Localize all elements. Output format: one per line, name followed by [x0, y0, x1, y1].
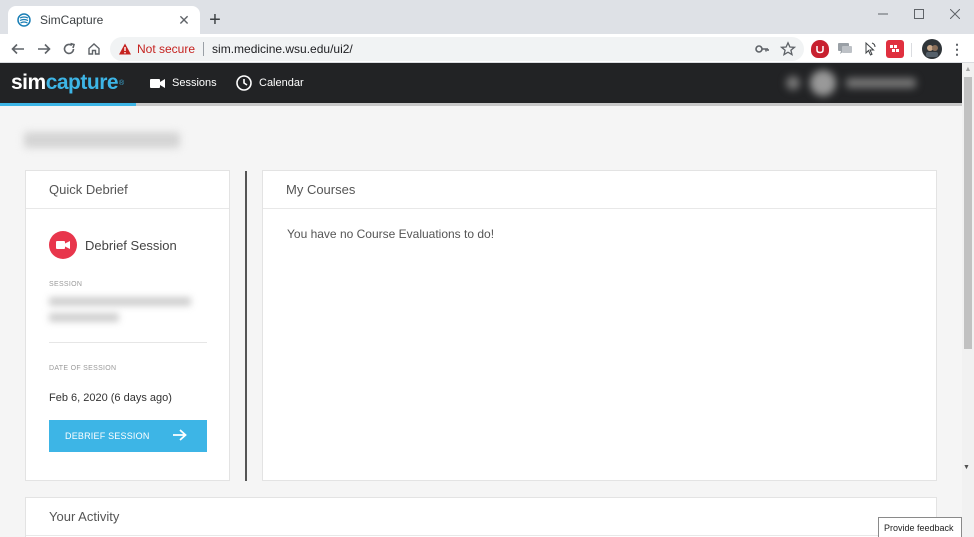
no-evaluations-message: You have no Course Evaluations to do!: [287, 227, 495, 241]
user-avatar: [810, 70, 836, 96]
your-activity-title: Your Activity: [26, 498, 936, 536]
address-bar[interactable]: Not secure sim.medicine.wsu.edu/ui2/: [110, 37, 804, 61]
session-label: SESSION: [49, 281, 83, 288]
browser-menu-icon[interactable]: ⋮: [948, 40, 966, 58]
red-grid-extension-icon[interactable]: [886, 40, 904, 58]
tab-title: SimCapture: [40, 13, 104, 27]
security-status[interactable]: Not secure: [137, 42, 195, 56]
my-courses-title: My Courses: [263, 171, 936, 209]
clock-icon: [236, 75, 252, 91]
scroll-up-arrow-icon[interactable]: ▲: [962, 63, 974, 75]
chat-extension-icon[interactable]: [836, 40, 854, 58]
nav-calendar[interactable]: Calendar: [236, 63, 304, 103]
browser-tab[interactable]: SimCapture ✕: [8, 6, 200, 34]
web-page: sim capture ® Sessions Calendar Quick Debr…: [0, 63, 962, 537]
minimize-icon[interactable]: [866, 0, 900, 28]
toolbar-separator: [911, 43, 912, 57]
welcome-heading-redacted: [24, 127, 180, 153]
omnibox-separator: [203, 42, 205, 56]
browser-window: SimCapture ✕ + Not secure sim.medicine.w…: [0, 0, 974, 537]
feedback-label: Provide feedback: [884, 522, 954, 533]
new-tab-icon[interactable]: +: [204, 9, 226, 31]
user-menu-blurred[interactable]: [786, 68, 958, 98]
provide-feedback-button[interactable]: Provide feedback: [878, 517, 962, 537]
video-camera-icon: [150, 78, 165, 89]
pointer-extension-icon[interactable]: [861, 40, 879, 58]
quick-debrief-card: Quick Debrief Debrief Session SESSION DA…: [25, 170, 230, 481]
simcapture-favicon-icon: [16, 12, 32, 28]
forward-arrow-icon[interactable]: [32, 37, 56, 61]
reload-icon[interactable]: [57, 37, 81, 61]
my-courses-card: My Courses You have no Course Evaluation…: [262, 170, 937, 481]
scroll-down-arrow-icon[interactable]: ▼: [963, 464, 970, 471]
notification-icon: [786, 76, 800, 90]
url-text[interactable]: sim.medicine.wsu.edu/ui2/: [212, 42, 752, 56]
scrollbar-thumb[interactable]: [964, 77, 972, 349]
home-icon[interactable]: [82, 37, 106, 61]
debrief-session-title: Debrief Session: [85, 237, 177, 253]
profile-avatar-icon[interactable]: [922, 39, 942, 59]
session-name-redacted: [49, 297, 199, 333]
simcapture-logo[interactable]: sim capture ®: [0, 63, 136, 106]
field-divider: [49, 342, 207, 343]
maximize-icon[interactable]: [902, 0, 936, 28]
key-icon[interactable]: [752, 39, 772, 59]
debrief-button-label: DEBRIEF SESSION: [65, 431, 150, 441]
navbar-underline: [0, 103, 962, 106]
nav-sessions-label: Sessions: [172, 77, 217, 89]
tab-strip: SimCapture ✕ +: [0, 0, 974, 34]
quick-debrief-title: Quick Debrief: [26, 171, 229, 209]
browser-toolbar: Not secure sim.medicine.wsu.edu/ui2/ ⋮: [0, 34, 974, 63]
debrief-session-heading: Debrief Session: [49, 231, 177, 259]
nav-calendar-label: Calendar: [259, 77, 304, 89]
user-name-redacted: [846, 78, 916, 88]
bookmark-star-icon[interactable]: [778, 39, 798, 59]
warning-triangle-icon[interactable]: [118, 42, 132, 56]
date-of-session-value: Feb 6, 2020 (6 days ago): [49, 392, 172, 404]
logo-registered-mark: ®: [119, 79, 125, 87]
logo-text-capture: capture: [45, 71, 119, 94]
debrief-session-button[interactable]: DEBRIEF SESSION: [49, 420, 207, 452]
nav-sessions[interactable]: Sessions: [150, 63, 217, 103]
record-camera-icon: [49, 231, 77, 259]
back-arrow-icon[interactable]: [6, 37, 30, 61]
column-divider: [245, 171, 247, 481]
ublock-extension-icon[interactable]: [811, 40, 829, 58]
tab-close-icon[interactable]: ✕: [176, 12, 192, 28]
date-of-session-label: DATE OF SESSION: [49, 365, 117, 372]
arrow-right-icon: [173, 429, 187, 443]
window-close-icon[interactable]: [938, 0, 972, 28]
your-activity-card: Your Activity: [25, 497, 937, 537]
logo-text-sim: sim: [11, 71, 46, 94]
